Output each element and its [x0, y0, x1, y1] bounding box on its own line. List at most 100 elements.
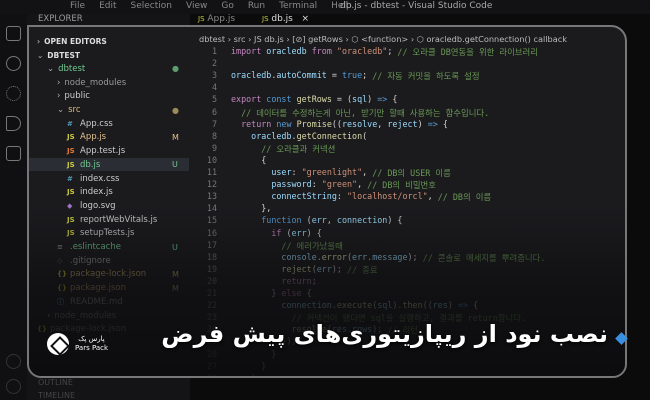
- line-number: 12: [206, 179, 217, 190]
- menu-item-file[interactable]: File: [70, 1, 85, 11]
- account-icon[interactable]: [6, 354, 21, 369]
- git-status-badge: M: [172, 132, 179, 142]
- file-type-icon: #: [67, 174, 73, 183]
- file-type-icon: JS: [67, 133, 75, 142]
- tab-db-js[interactable]: JS db.js ×: [262, 14, 309, 24]
- code-token: sql: [352, 94, 368, 105]
- code-token: {: [231, 154, 267, 165]
- tree-item[interactable]: ⌄ dbtest ●: [29, 62, 189, 75]
- title-bar: File Edit Selection View Go Run Terminal Help d…: [0, 0, 650, 14]
- file-type-icon: JS: [67, 147, 75, 156]
- code-token: ;: [387, 46, 398, 56]
- code-token: true: [341, 70, 363, 81]
- code-token: connectString: [231, 191, 337, 202]
- line-number: 8: [211, 130, 217, 141]
- menu-item-view[interactable]: View: [186, 1, 207, 11]
- line-number: 9: [211, 142, 217, 153]
- search-icon[interactable]: [6, 56, 21, 71]
- code-token: // DB의 이름: [437, 192, 492, 203]
- extensions-icon[interactable]: [6, 146, 21, 161]
- code-token: ): [367, 94, 378, 105]
- files-icon[interactable]: [6, 26, 21, 41]
- line-number: 7: [211, 118, 217, 129]
- tree-item-label: App.js: [80, 132, 107, 143]
- chevron-down-icon: ⌄: [37, 50, 44, 60]
- close-icon[interactable]: ×: [301, 14, 309, 24]
- menu-item-go[interactable]: Go: [221, 1, 233, 11]
- tree-item-label: DBTEST: [47, 50, 80, 60]
- code-token: resolve: [341, 118, 378, 129]
- tree-item[interactable]: JS index.js: [29, 186, 189, 199]
- tree-item[interactable]: › OPEN EDITORS: [29, 35, 189, 48]
- file-type-icon: JS: [67, 160, 75, 169]
- tree-item[interactable]: # index.css: [29, 172, 189, 185]
- tree-item[interactable]: JS App.js M: [29, 131, 189, 144]
- code-line: 9 // 오라클과 커넥션: [189, 143, 335, 155]
- tree-item[interactable]: JS db.js U: [29, 158, 189, 172]
- fade-overlay: [29, 207, 625, 376]
- logo-mark-icon: [47, 333, 69, 355]
- code-line: 12 password: "green", // DB의 비밀번호: [189, 179, 436, 191]
- code-token: ): [417, 118, 428, 129]
- tree-item-label: public: [64, 91, 90, 102]
- js-file-icon: JS: [198, 15, 205, 23]
- tree-item[interactable]: # App.css: [29, 117, 189, 130]
- window-title: db.js - dbtest - Visual Studio Code: [340, 1, 493, 11]
- code-line: 5 export const getRows = (sql) => {: [189, 94, 398, 106]
- tree-item[interactable]: ⌄ src ●: [29, 104, 189, 117]
- menu-item-edit[interactable]: Edit: [99, 1, 116, 11]
- code-token: ,: [427, 191, 438, 202]
- code-token: getConnection: [296, 130, 363, 141]
- line-number: 13: [206, 191, 217, 202]
- code-token: oracledb: [231, 70, 272, 81]
- code-token: import: [231, 46, 267, 56]
- code-token: {: [392, 94, 398, 105]
- code-token: // 자동 커밋을 하도록 설정: [372, 71, 480, 82]
- pars-pack-logo: پارس پک Pars Pack: [47, 333, 108, 355]
- chevron-right-icon: ›: [57, 91, 61, 102]
- tree-item-label: db.js: [80, 159, 101, 170]
- code-token: {: [442, 118, 448, 129]
- tab-label: db.js: [271, 14, 293, 24]
- tree-item[interactable]: › public: [29, 90, 189, 103]
- outline-section[interactable]: OUTLINE: [38, 378, 73, 387]
- tree-item[interactable]: ›node_modules: [29, 76, 189, 89]
- code-token: user: [231, 167, 292, 177]
- code-token: =: [326, 70, 342, 81]
- tab-app-js[interactable]: JS App.js: [198, 14, 235, 24]
- code-token: ((: [331, 118, 342, 129]
- code-token: password: [231, 179, 312, 190]
- code-line: 11 user: "greenlight", // DB의 USER 이름: [189, 167, 451, 179]
- git-status-badge: ●: [172, 64, 179, 74]
- code-token: ;: [362, 70, 373, 81]
- gear-icon[interactable]: [6, 379, 21, 394]
- tree-item[interactable]: JS App.test.js: [29, 145, 189, 158]
- menu-item-run[interactable]: Run: [248, 1, 265, 11]
- code-token: :: [336, 191, 347, 202]
- tree-item-label: App.css: [80, 118, 113, 129]
- code-line: 13 connectString: "localhost/orcl", // D…: [189, 191, 491, 203]
- tree-item-label: index.js: [80, 187, 113, 198]
- tab-label: App.js: [207, 14, 236, 24]
- code-line: 8 oracledb. getConnection(: [189, 131, 367, 143]
- git-status-badge: ●: [172, 105, 179, 115]
- code-token: = (: [331, 94, 353, 105]
- code-token: // 오라클과 커넥션: [231, 143, 336, 154]
- menu-item-terminal[interactable]: Terminal: [279, 1, 317, 11]
- code-token: :: [311, 179, 322, 190]
- code-token: reject: [387, 118, 418, 129]
- code-token: getRows: [296, 94, 332, 105]
- code-token: // DB의 USER 이름: [372, 168, 451, 178]
- activity-bar: [0, 14, 27, 400]
- breadcrumb[interactable]: dbtest › src › JS db.js › [⊘] getRows › …: [199, 34, 567, 44]
- line-number: 4: [211, 82, 217, 93]
- tree-item[interactable]: ⌄ DBTEST: [29, 49, 189, 62]
- code-token: return: [231, 118, 277, 129]
- tree-item-label: dbtest: [58, 63, 86, 74]
- menu-item-selection[interactable]: Selection: [131, 1, 172, 11]
- tree-item-label: App.test.js: [80, 146, 126, 157]
- timeline-section[interactable]: TIMELINE: [38, 391, 75, 400]
- run-debug-icon[interactable]: [6, 116, 21, 131]
- source-control-icon[interactable]: [6, 86, 21, 101]
- code-token: new: [276, 118, 297, 129]
